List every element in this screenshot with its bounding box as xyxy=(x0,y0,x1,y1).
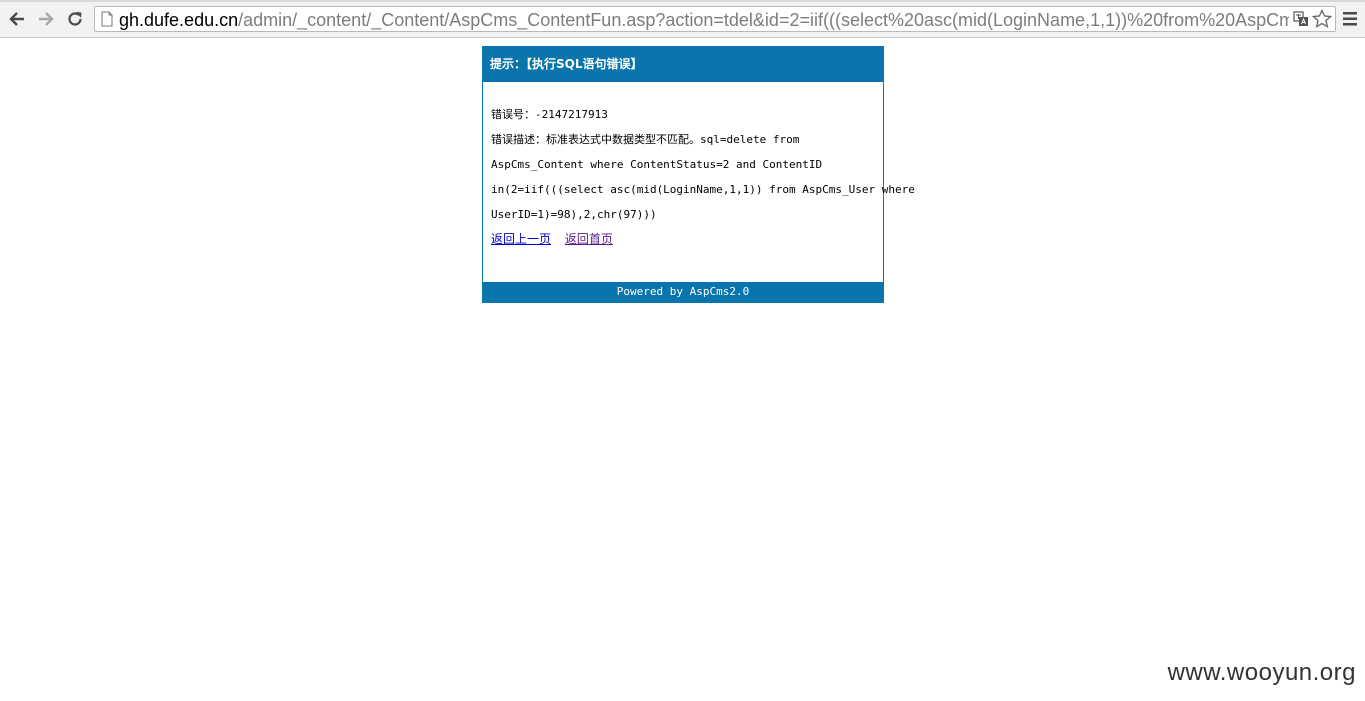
error-number: -2147217913 xyxy=(535,108,608,121)
url-path: /admin/_content/_Content/AspCms_ContentF… xyxy=(238,10,1289,30)
back-button[interactable] xyxy=(6,8,28,30)
back-link[interactable]: 返回上一页 xyxy=(491,232,551,246)
hamburger-menu-icon xyxy=(1343,12,1357,26)
error-description-line: UserID=1)=98),2,chr(97))) xyxy=(491,208,657,221)
error-description-line: AspCms_Content where ContentStatus=2 and… xyxy=(491,158,823,171)
error-number-line: 错误号：-2147217913 xyxy=(491,102,879,127)
error-description-label: 错误描述： xyxy=(491,133,546,146)
error-footer: Powered by AspCms2.0 xyxy=(483,282,883,302)
tabstrip-edge xyxy=(0,0,1365,2)
error-description-line: 错误描述：标准表达式中数据类型不匹配。sql=delete from xyxy=(491,127,879,152)
browser-toolbar: gh.dufe.edu.cn/admin/_content/_Content/A… xyxy=(0,0,1365,38)
url-text[interactable]: gh.dufe.edu.cn/admin/_content/_Content/A… xyxy=(119,9,1289,31)
error-header: 提示：【执行SQL语句错误】 xyxy=(483,47,883,82)
error-description-text: 标准表达式中数据类型不匹配。sql=delete from xyxy=(546,133,800,146)
error-description-line: in(2=iif(((select asc(mid(LoginName,1,1)… xyxy=(491,183,915,196)
url-host: gh.dufe.edu.cn xyxy=(119,10,239,30)
forward-button[interactable] xyxy=(35,8,57,30)
page-icon xyxy=(101,11,113,27)
browser-menu-button[interactable] xyxy=(1341,9,1359,29)
reload-button[interactable] xyxy=(64,8,86,30)
translate-icon[interactable] xyxy=(1293,11,1309,27)
links-row: 返回上一页 返回首页 xyxy=(491,227,879,252)
home-link[interactable]: 返回首页 xyxy=(565,232,613,246)
error-number-label: 错误号： xyxy=(491,108,535,121)
reload-icon xyxy=(68,12,82,26)
star-icon[interactable] xyxy=(1312,9,1332,29)
arrow-left-icon xyxy=(9,12,24,26)
arrow-right-icon xyxy=(39,12,54,26)
error-body: 错误号：-2147217913 错误描述：标准表达式中数据类型不匹配。sql=d… xyxy=(491,102,915,252)
address-bar[interactable]: gh.dufe.edu.cn/admin/_content/_Content/A… xyxy=(94,6,1336,32)
watermark: www.wooyun.org xyxy=(1167,659,1356,686)
error-dialog: 提示：【执行SQL语句错误】 错误号：-2147217913 错误描述：标准表达… xyxy=(482,46,915,303)
